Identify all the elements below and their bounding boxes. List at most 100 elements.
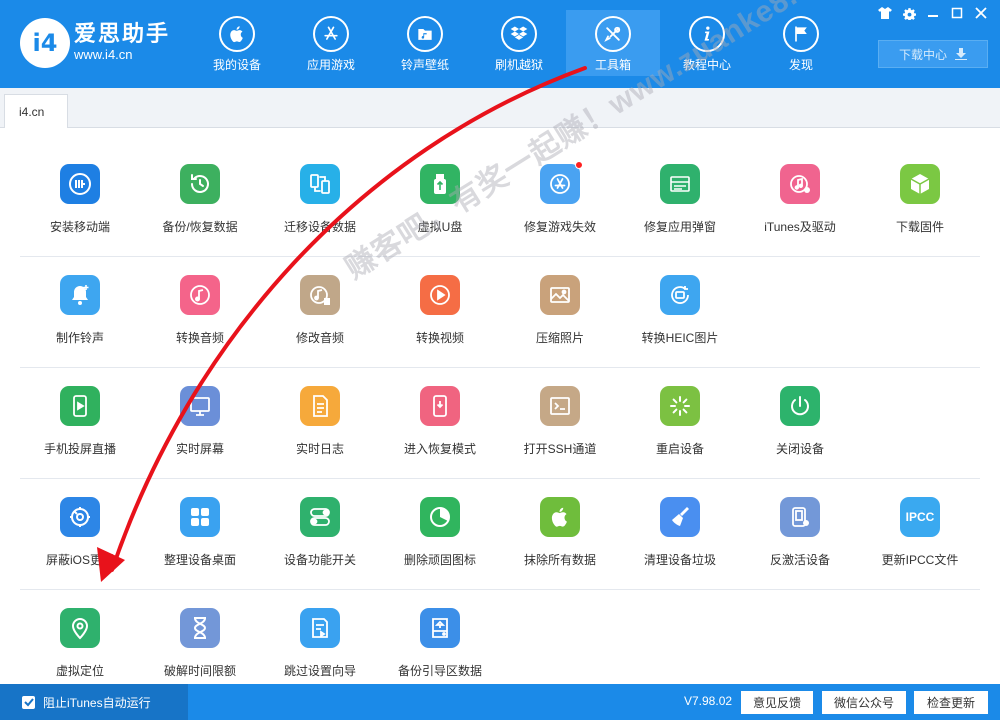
nav-discover[interactable]: 发现 [754, 10, 848, 76]
nav-my-device[interactable]: 我的设备 [190, 10, 284, 76]
tool-fix-game[interactable]: 修复游戏失效 [500, 146, 620, 256]
tab-i4cn[interactable]: i4.cn [4, 94, 68, 128]
music-note-icon [180, 275, 220, 315]
window-controls [874, 4, 992, 22]
heic-image-icon [660, 275, 700, 315]
tool-convert-video[interactable]: 转换视频 [380, 257, 500, 367]
checkbox-checked-icon[interactable] [22, 695, 35, 709]
tool-virtual-location[interactable]: 虚拟定位 [20, 590, 140, 690]
backup-clock-icon [180, 164, 220, 204]
skip-guide-icon [300, 608, 340, 648]
tool-download-firmware[interactable]: 下载固件 [860, 146, 980, 256]
migrate-phones-icon [300, 164, 340, 204]
i4-logo: i4 [20, 18, 70, 68]
tool-row: 屏蔽iOS更新 整理设备桌面 设备功能开关 删除顽固图标 抹除所有数据 清理设备… [20, 479, 980, 590]
apple-id-icon [660, 164, 700, 204]
tool-live-screen[interactable]: 实时屏幕 [140, 368, 260, 478]
tool-install-mobile[interactable]: 安装移动端 [20, 146, 140, 256]
tool-backup-restore[interactable]: 备份/恢复数据 [140, 146, 260, 256]
maximize-icon[interactable] [946, 4, 968, 22]
ssh-terminal-icon [540, 386, 580, 426]
brand-name: 爱思助手 [74, 21, 171, 46]
tool-virtual-udisk[interactable]: 虚拟U盘 [380, 146, 500, 256]
tool-block-ios-update[interactable]: 屏蔽iOS更新 [20, 479, 140, 589]
tool-crack-screen-time[interactable]: 破解时间限额 [140, 590, 260, 690]
flag-icon [783, 16, 819, 52]
nav-ringtones-wallpapers[interactable]: 铃声壁纸 [378, 10, 472, 76]
tool-migrate-data[interactable]: 迁移设备数据 [260, 146, 380, 256]
i4-logo-icon [60, 164, 100, 204]
power-icon [780, 386, 820, 426]
tool-itunes-driver[interactable]: iTunes及驱动 [740, 146, 860, 256]
tool-shutdown-device[interactable]: 关闭设备 [740, 368, 860, 478]
nav-tutorials[interactable]: 教程中心 [660, 10, 754, 76]
version-label: V7.98.02 [684, 694, 733, 708]
boot-backup-icon [420, 608, 460, 648]
tool-edit-audio[interactable]: 修改音频 [260, 257, 380, 367]
apple-icon [219, 16, 255, 52]
info-icon [689, 16, 725, 52]
dropbox-icon [501, 16, 537, 52]
broom-icon [660, 497, 700, 537]
ipcc-icon: IPCC [900, 497, 940, 537]
tool-convert-audio[interactable]: 转换音频 [140, 257, 260, 367]
brand-url: www.i4.cn [74, 47, 133, 62]
tab-strip: i4.cn [0, 88, 1000, 128]
wechat-button[interactable]: 微信公众号 [822, 691, 906, 714]
close-icon[interactable] [970, 4, 992, 22]
nav-toolbox[interactable]: 工具箱 [566, 10, 660, 76]
tool-phone-cast[interactable]: 手机投屏直播 [20, 368, 140, 478]
tool-open-ssh[interactable]: 打开SSH通道 [500, 368, 620, 478]
skin-shirt-icon[interactable] [874, 4, 896, 22]
pie-icon [420, 497, 460, 537]
tool-skip-setup-wizard[interactable]: 跳过设置向导 [260, 590, 380, 690]
download-center-button[interactable]: 下载中心 [878, 40, 988, 68]
tool-update-ipcc[interactable]: IPCC 更新IPCC文件 [860, 479, 980, 589]
minimize-icon[interactable] [922, 4, 944, 22]
itunes-icon [780, 164, 820, 204]
settings-gear-icon[interactable] [898, 4, 920, 22]
nav-apps-games[interactable]: 应用游戏 [284, 10, 378, 76]
status-bar: 阻止iTunes自动运行 V7.98.02 意见反馈 微信公众号 检查更新 [0, 684, 1000, 720]
firmware-box-icon [900, 164, 940, 204]
tool-make-ringtone[interactable]: 制作铃声 [20, 257, 140, 367]
feedback-button[interactable]: 意见反馈 [741, 691, 813, 714]
tool-row: 制作铃声 转换音频 修改音频 转换视频 压缩照片 转换HEIC图片 [20, 257, 980, 368]
main-nav: 我的设备 应用游戏 铃声壁纸 刷机越狱 工具箱 教程中心 发现 [190, 10, 848, 76]
tool-backup-boot-data[interactable]: 备份引导区数据 [380, 590, 500, 690]
tool-live-log[interactable]: 实时日志 [260, 368, 380, 478]
tool-erase-all-data[interactable]: 抹除所有数据 [500, 479, 620, 589]
tool-function-switch[interactable]: 设备功能开关 [260, 479, 380, 589]
download-icon [955, 48, 967, 60]
tool-convert-heic[interactable]: 转换HEIC图片 [620, 257, 740, 367]
notification-dot [575, 161, 583, 169]
location-pin-icon [60, 608, 100, 648]
tool-compress-photo[interactable]: 压缩照片 [500, 257, 620, 367]
edit-audio-icon [300, 275, 340, 315]
video-play-icon [420, 275, 460, 315]
check-update-button[interactable]: 检查更新 [914, 691, 988, 714]
toggle-switch-icon [300, 497, 340, 537]
tool-deactivate-device[interactable]: 反激活设备 [740, 479, 860, 589]
deactivate-phone-icon [780, 497, 820, 537]
tool-restart-device[interactable]: 重启设备 [620, 368, 740, 478]
music-folder-icon [407, 16, 443, 52]
nav-flash-jailbreak[interactable]: 刷机越狱 [472, 10, 566, 76]
log-document-icon [300, 386, 340, 426]
tool-clean-junk[interactable]: 清理设备垃圾 [620, 479, 740, 589]
restart-icon [660, 386, 700, 426]
tool-organize-desktop[interactable]: 整理设备桌面 [140, 479, 260, 589]
tool-row: 虚拟定位 破解时间限额 跳过设置向导 备份引导区数据 [20, 590, 980, 690]
usb-drive-icon [420, 164, 460, 204]
phone-cast-icon [60, 386, 100, 426]
brand: 爱思助手 www.i4.cn [74, 22, 170, 64]
tools-icon [595, 16, 631, 52]
tool-recovery-mode[interactable]: 进入恢复模式 [380, 368, 500, 478]
tool-row: 手机投屏直播 实时屏幕 实时日志 进入恢复模式 打开SSH通道 重启设备 关闭设… [20, 368, 980, 479]
tool-fix-app-popup[interactable]: 修复应用弹窗 [620, 146, 740, 256]
toolbox-grid: 安装移动端 备份/恢复数据 迁移设备数据 虚拟U盘 修复游戏失效 修复应用弹窗 … [20, 146, 980, 690]
tool-delete-stubborn-icons[interactable]: 删除顽固图标 [380, 479, 500, 589]
app-store-icon [313, 16, 349, 52]
block-update-gear-icon [60, 497, 100, 537]
block-itunes-checkbox[interactable]: 阻止iTunes自动运行 [0, 684, 188, 720]
